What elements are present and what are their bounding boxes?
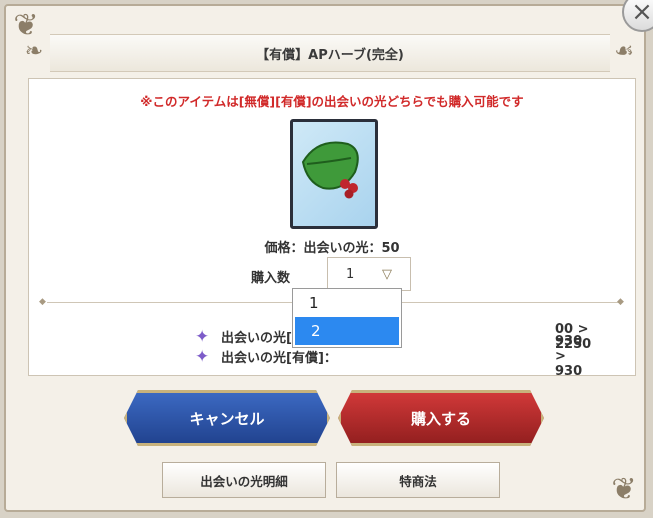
light-star-icon: ✦ <box>195 326 210 347</box>
buy-button[interactable]: 購入する <box>338 390 544 446</box>
quantity-dropdown[interactable]: 1 2 <box>292 288 402 348</box>
light-detail-button[interactable]: 出会いの光明細 <box>162 462 326 498</box>
purchase-dialog: ❦ ❦ ❧ 【有償】APハーブ(完全) ☙ ※このアイテムは[無償][有償]の出… <box>4 4 646 512</box>
close-icon: × <box>631 0 653 27</box>
title-ornament-right-icon: ☙ <box>614 39 634 64</box>
item-image <box>290 119 378 229</box>
dropdown-option[interactable]: 1 <box>293 289 401 317</box>
quantity-label: 購入数 <box>251 271 291 286</box>
balance-label: 出会いの光[有償]： <box>221 351 337 366</box>
quantity-value: 1 <box>346 266 355 282</box>
price-label: 価格：出会いの光：50 <box>264 241 400 256</box>
balance-row-free: ✦ 出会いの光[ 00 > 2250 <box>195 322 591 352</box>
balance-label: 出会いの光[ <box>221 331 292 346</box>
herb-leaf-icon <box>301 141 359 199</box>
notice-text: ※このアイテムは[無償][有償]の出会いの光どちらでも購入可能です <box>140 94 524 109</box>
divider-ornament-left-icon: ◆ <box>39 297 46 307</box>
quantity-select[interactable]: 1 ▽ <box>327 257 411 291</box>
balance-value: 930 > 930 <box>555 334 583 379</box>
balance-row-paid: ✦ 出会いの光[有償]： 930 > 930 <box>195 334 582 379</box>
commerce-law-button[interactable]: 特商法 <box>336 462 500 498</box>
corner-ornament-bottom-right: ❦ <box>611 472 637 507</box>
title-ornament-left-icon: ❧ <box>24 39 44 64</box>
chevron-down-icon[interactable]: ▽ <box>382 267 392 282</box>
cancel-button[interactable]: キャンセル <box>124 390 330 446</box>
dropdown-option-selected[interactable]: 2 <box>295 317 399 345</box>
divider-ornament-right-icon: ◆ <box>617 297 624 307</box>
light-star-icon: ✦ <box>195 346 210 367</box>
dialog-title: 【有償】APハーブ(完全) <box>50 34 610 72</box>
